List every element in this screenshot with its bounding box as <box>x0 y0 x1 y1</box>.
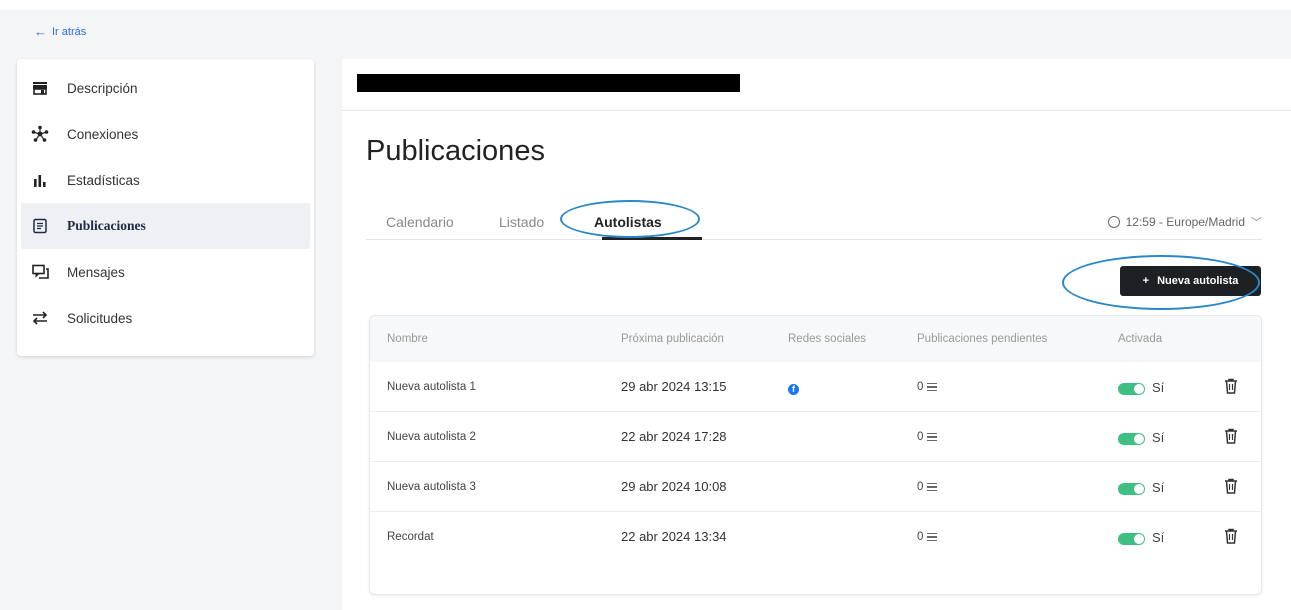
chat-icon <box>31 263 49 281</box>
store-icon <box>31 79 49 97</box>
table-row[interactable]: Nueva autolista 1 29 abr 2024 13:15 f 0 … <box>370 362 1261 412</box>
chevron-down-icon: ﹀ <box>1251 217 1262 229</box>
sidebar-item-label: Solicitudes <box>67 310 133 326</box>
bar-chart-icon <box>31 171 49 189</box>
annotation-ellipse-button <box>1062 255 1260 310</box>
active-label: Sí <box>1152 380 1165 395</box>
next-publication: 29 abr 2024 10:08 <box>621 479 727 494</box>
sidebar-item-label: Descripción <box>67 80 138 96</box>
column-header: Nombre <box>387 333 428 345</box>
table-row[interactable]: Nueva autolista 2 22 abr 2024 17:28 0 Sí <box>370 412 1261 462</box>
sidebar-item-label: Mensajes <box>67 264 125 280</box>
next-publication: 22 abr 2024 13:34 <box>621 529 727 544</box>
sidebar-item-label: Conexiones <box>67 126 139 142</box>
list-icon <box>927 433 938 441</box>
autolist-name: Nueva autolista 3 <box>387 481 476 493</box>
pending-count[interactable]: 0 <box>917 531 938 543</box>
swap-icon <box>31 309 49 327</box>
active-label: Sí <box>1152 430 1165 445</box>
pending-count[interactable]: 0 <box>917 381 938 393</box>
table-row[interactable]: Nueva autolista 3 29 abr 2024 10:08 0 Sí <box>370 462 1261 512</box>
list-icon <box>927 483 938 491</box>
trash-icon[interactable] <box>1224 478 1238 494</box>
sidebar-item-label: Estadísticas <box>67 172 140 188</box>
page-title: Publicaciones <box>366 135 545 167</box>
active-toggle[interactable] <box>1118 533 1145 545</box>
pending-count[interactable]: 0 <box>917 481 938 493</box>
trash-icon[interactable] <box>1224 428 1238 444</box>
back-link[interactable]: ← Ir atrás <box>34 24 86 39</box>
main-header <box>342 59 1291 111</box>
sidebar-item-publicaciones[interactable]: Publicaciones <box>21 203 310 249</box>
annotation-ellipse-tab <box>560 200 700 238</box>
autolist-name: Nueva autolista 1 <box>387 381 476 393</box>
trash-icon[interactable] <box>1224 528 1238 544</box>
main-panel: Publicaciones Calendario Listado Autolis… <box>342 59 1291 610</box>
table-row[interactable]: Recordat 22 abr 2024 13:34 0 Sí <box>370 512 1261 562</box>
column-header: Próxima publicación <box>621 333 724 345</box>
active-label: Sí <box>1152 480 1165 495</box>
column-header: Publicaciones pendientes <box>917 333 1048 345</box>
trash-icon[interactable] <box>1224 378 1238 394</box>
sidebar-item-descripcion[interactable]: Descripción <box>17 65 314 111</box>
timezone-selector[interactable]: 12:59 - Europe/Madrid ﹀ <box>1107 214 1262 230</box>
active-toggle[interactable] <box>1118 483 1145 495</box>
back-label: Ir atrás <box>52 25 87 38</box>
next-publication: 29 abr 2024 13:15 <box>621 379 727 394</box>
timezone-label: 12:59 - Europe/Madrid <box>1125 215 1245 229</box>
facebook-icon: f <box>788 384 799 395</box>
sidebar-item-conexiones[interactable]: Conexiones <box>17 111 314 157</box>
sidebar-item-estadisticas[interactable]: Estadísticas <box>17 157 314 203</box>
active-toggle[interactable] <box>1118 383 1145 395</box>
list-icon <box>927 533 938 541</box>
document-icon <box>31 217 49 235</box>
autolist-table: Nombre Próxima publicación Redes sociale… <box>369 315 1262 595</box>
network-icon <box>31 125 49 143</box>
next-publication: 22 abr 2024 17:28 <box>621 429 727 444</box>
sidebar-item-mensajes[interactable]: Mensajes <box>17 249 314 295</box>
sidebar-item-label: Publicaciones <box>67 218 146 233</box>
table-header: Nombre Próxima publicación Redes sociale… <box>370 316 1261 362</box>
sidebar: Descripción Conexiones Estadísticas Publ… <box>17 59 314 356</box>
tab-calendario[interactable]: Calendario <box>386 214 454 230</box>
tab-listado[interactable]: Listado <box>499 214 544 230</box>
column-header: Redes sociales <box>788 333 866 345</box>
active-label: Sí <box>1152 530 1165 545</box>
arrow-left-icon: ← <box>34 24 47 39</box>
list-icon <box>927 383 938 391</box>
redacted-bar <box>357 74 740 92</box>
sidebar-item-solicitudes[interactable]: Solicitudes <box>17 295 314 341</box>
clock-icon <box>1107 216 1120 228</box>
active-toggle[interactable] <box>1118 433 1145 445</box>
top-bar <box>0 0 1291 10</box>
pending-count[interactable]: 0 <box>917 431 938 443</box>
autolist-name: Nueva autolista 2 <box>387 431 476 443</box>
autolist-name: Recordat <box>387 531 434 543</box>
column-header: Activada <box>1118 333 1163 345</box>
tab-bar: Calendario Listado Autolistas 12:59 - Eu… <box>366 204 1262 240</box>
